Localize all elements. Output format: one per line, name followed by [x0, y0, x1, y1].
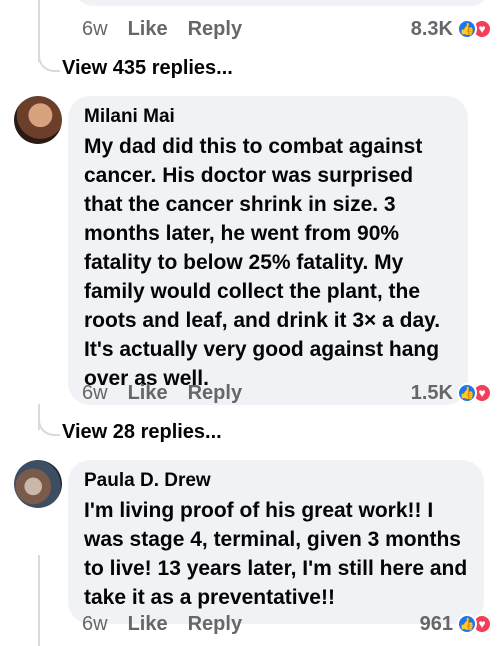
like-button[interactable]: Like [128, 613, 168, 636]
reaction-count: 1.5K [410, 381, 453, 404]
comment-author[interactable]: Milani Mai [84, 106, 452, 128]
reaction-summary[interactable]: 961 👍 ♥ [420, 609, 492, 639]
thread-line [38, 555, 40, 646]
reply-button[interactable]: Reply [188, 613, 242, 636]
view-replies-link[interactable]: View 435 replies... [62, 54, 233, 82]
avatar[interactable] [14, 460, 62, 508]
reaction-summary[interactable]: 8.3K 👍 ♥ [411, 14, 492, 44]
thumbs-up-icon: 👍 [457, 383, 477, 403]
previous-comment-bubble [72, 0, 492, 6]
comment-text: My dad did this to combat against cancer… [84, 135, 441, 390]
like-button[interactable]: Like [128, 382, 168, 405]
like-button[interactable]: Like [128, 18, 168, 41]
comment-author[interactable]: Paula D. Drew [84, 470, 468, 492]
previous-comment-actions: 6w Like Reply [82, 14, 242, 44]
avatar[interactable] [14, 96, 62, 144]
thread-connector [38, 50, 60, 72]
reaction-summary[interactable]: 1.5K 👍 ♥ [411, 378, 492, 408]
comment-text: I'm living proof of his great work!! I w… [84, 499, 468, 609]
thumbs-up-icon: 👍 [457, 19, 477, 39]
reply-button[interactable]: Reply [188, 382, 242, 405]
view-replies-link[interactable]: View 28 replies... [62, 418, 222, 446]
thread-connector [38, 414, 60, 436]
reaction-count: 961 [419, 612, 453, 635]
comment-bubble: Milani Mai My dad did this to combat aga… [68, 96, 468, 405]
reply-button[interactable]: Reply [188, 18, 242, 41]
reaction-count: 8.3K [410, 17, 453, 40]
comment-timestamp[interactable]: 6w [82, 382, 108, 405]
comment-bubble: Paula D. Drew I'm living proof of his gr… [68, 460, 484, 624]
comment-timestamp[interactable]: 6w [82, 18, 108, 41]
comment-timestamp[interactable]: 6w [82, 613, 108, 636]
comment-actions: 6w Like Reply [82, 609, 242, 639]
thumbs-up-icon: 👍 [457, 614, 477, 634]
comment-actions: 6w Like Reply [82, 378, 242, 408]
